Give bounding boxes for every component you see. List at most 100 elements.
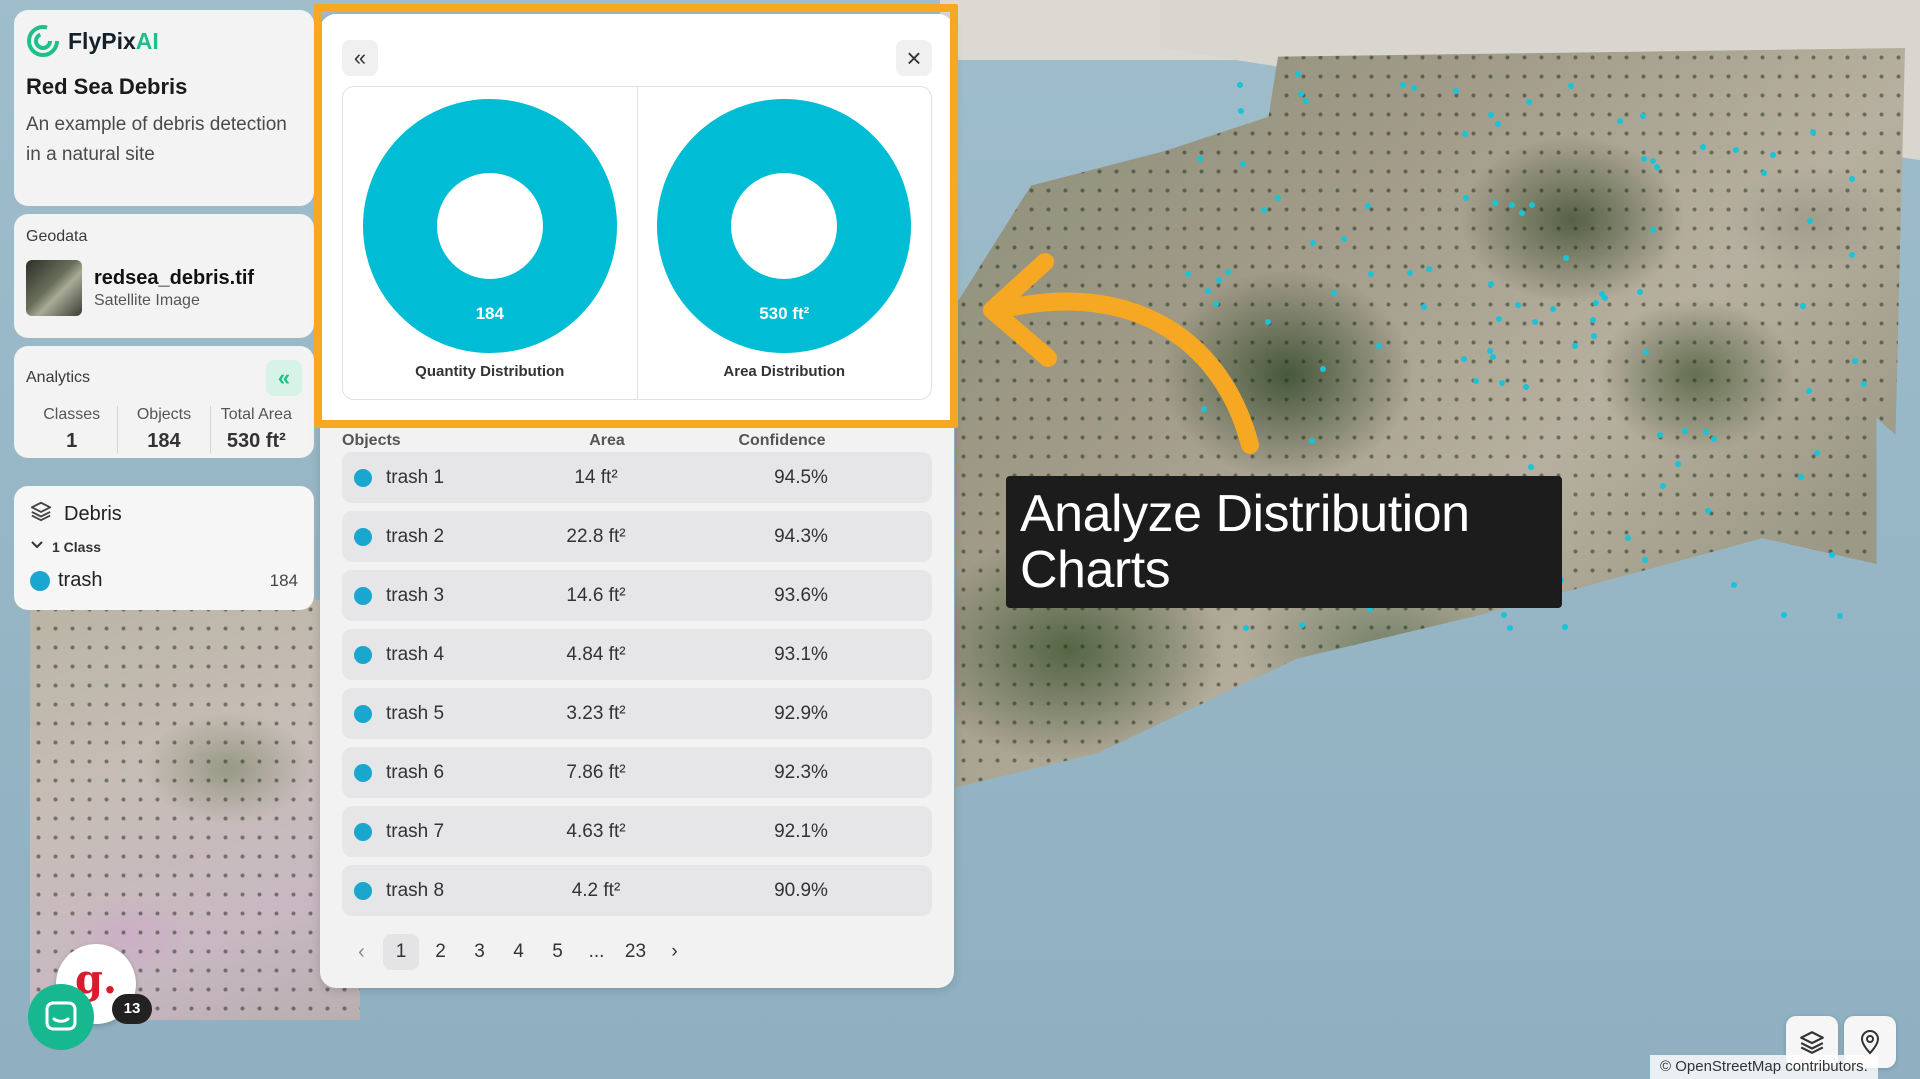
column-header[interactable]: Objects [342,432,522,448]
detection-marker[interactable] [1375,343,1382,350]
detection-marker[interactable] [1495,120,1502,127]
detection-marker[interactable] [1700,143,1707,150]
detection-marker[interactable] [1703,428,1710,435]
detection-marker[interactable] [1453,87,1460,94]
analytics-toggle-button[interactable]: « [266,360,302,396]
detection-marker[interactable] [1531,318,1538,325]
detection-marker[interactable] [1490,353,1497,360]
detection-marker[interactable] [1807,218,1814,225]
detection-marker[interactable] [1860,380,1867,387]
detection-marker[interactable] [1660,482,1667,489]
detection-marker[interactable] [1237,81,1244,88]
detection-marker[interactable] [1705,508,1712,515]
detection-marker[interactable] [1590,317,1597,324]
page-button-4[interactable]: 4 [499,941,538,963]
panel-collapse-button[interactable]: « [342,40,378,76]
detection-marker[interactable] [1653,164,1660,171]
table-row[interactable]: trash 5 3.23 ft² 92.9% [342,688,932,739]
detection-marker[interactable] [1616,118,1623,125]
layer-header[interactable]: Debris [30,500,298,528]
detection-marker[interactable] [1519,210,1526,217]
detection-marker[interactable] [1642,556,1649,563]
area-donut[interactable]: 530 ft² [657,99,912,353]
detection-marker[interactable] [1330,290,1337,297]
detection-marker[interactable] [1800,302,1807,309]
chevron-right-icon[interactable]: › [655,941,694,963]
detection-marker[interactable] [1514,302,1521,309]
detection-marker[interactable] [1568,83,1575,90]
table-row[interactable]: trash 4 4.84 ft² 93.1% [342,629,932,680]
detection-marker[interactable] [1406,270,1413,277]
detection-marker[interactable] [1733,146,1740,153]
table-row[interactable]: trash 6 7.86 ft² 92.3% [342,747,932,798]
detection-marker[interactable] [1400,82,1407,89]
detection-marker[interactable] [1260,206,1267,213]
detection-marker[interactable] [1681,427,1688,434]
table-row[interactable]: trash 3 14.6 ft² 93.6% [342,570,932,621]
detection-marker[interactable] [1650,227,1657,234]
detection-marker[interactable] [1848,251,1855,258]
detection-marker[interactable] [1761,169,1768,176]
table-row[interactable]: trash 2 22.8 ft² 94.3% [342,511,932,562]
detection-marker[interactable] [1239,161,1246,168]
detection-marker[interactable] [1810,128,1817,135]
detection-marker[interactable] [1674,460,1681,467]
detection-marker[interactable] [1341,235,1348,242]
detection-marker[interactable] [1528,463,1535,470]
detection-marker[interactable] [1364,202,1371,209]
detection-marker[interactable] [1780,612,1787,619]
detection-marker[interactable] [1242,624,1249,631]
detection-marker[interactable] [1486,347,1493,354]
column-header[interactable]: Area [522,432,692,448]
table-row[interactable]: trash 8 4.2 ft² 90.9% [342,865,932,916]
detection-marker[interactable] [1420,303,1427,310]
detection-marker[interactable] [1411,85,1418,92]
donut-slice-trash[interactable] [362,99,617,353]
detection-marker[interactable] [1462,131,1469,138]
detection-marker[interactable] [1473,378,1480,385]
detection-marker[interactable] [1509,202,1516,209]
detection-marker[interactable] [1295,70,1302,77]
map-attribution[interactable]: © OpenStreetMap contributors. [1650,1055,1878,1079]
detection-marker[interactable] [1561,624,1568,631]
chat-button[interactable] [28,984,94,1050]
page-button-1[interactable]: 1 [383,934,419,970]
detection-marker[interactable] [1367,271,1374,278]
detection-marker[interactable] [1298,90,1305,97]
quantity-donut[interactable]: 184 [362,99,617,353]
detection-marker[interactable] [1238,108,1244,115]
detection-marker[interactable] [1499,379,1506,386]
detection-marker[interactable] [1592,300,1599,307]
detection-marker[interactable] [1636,289,1643,296]
detection-marker[interactable] [1303,98,1310,105]
detection-marker[interactable] [1851,358,1858,365]
detection-marker[interactable] [1656,432,1663,439]
class-toggle[interactable]: 1 Class [30,538,298,555]
detection-marker[interactable] [1275,195,1282,202]
detection-marker[interactable] [1426,266,1433,273]
detection-marker[interactable] [1731,582,1738,589]
detection-marker[interactable] [1463,195,1470,201]
detection-marker[interactable] [1828,551,1835,558]
detection-marker[interactable] [1461,355,1468,362]
detection-marker[interactable] [1562,255,1569,262]
detection-marker[interactable] [1197,156,1204,163]
detection-marker[interactable] [1523,384,1530,391]
detection-marker[interactable] [1770,151,1777,158]
detection-marker[interactable] [1299,621,1306,628]
column-header[interactable]: Confidence [692,432,872,448]
detection-marker[interactable] [1591,332,1598,339]
geodata-file[interactable]: redsea_debris.tif Satellite Image [26,260,302,316]
class-item-trash[interactable]: trash 184 [30,569,298,592]
detection-marker[interactable] [1491,200,1498,207]
detection-marker[interactable] [1640,112,1647,119]
page-button-23[interactable]: 23 [616,941,655,963]
detection-marker[interactable] [1572,342,1579,349]
detection-marker[interactable] [1805,388,1812,395]
chevron-left-icon[interactable]: ‹ [342,941,381,964]
page-ellipsis[interactable]: ... [577,941,616,963]
detection-marker[interactable] [1848,175,1855,182]
detection-marker[interactable] [1506,624,1513,631]
detection-marker[interactable] [1320,365,1327,372]
page-button-5[interactable]: 5 [538,941,577,963]
